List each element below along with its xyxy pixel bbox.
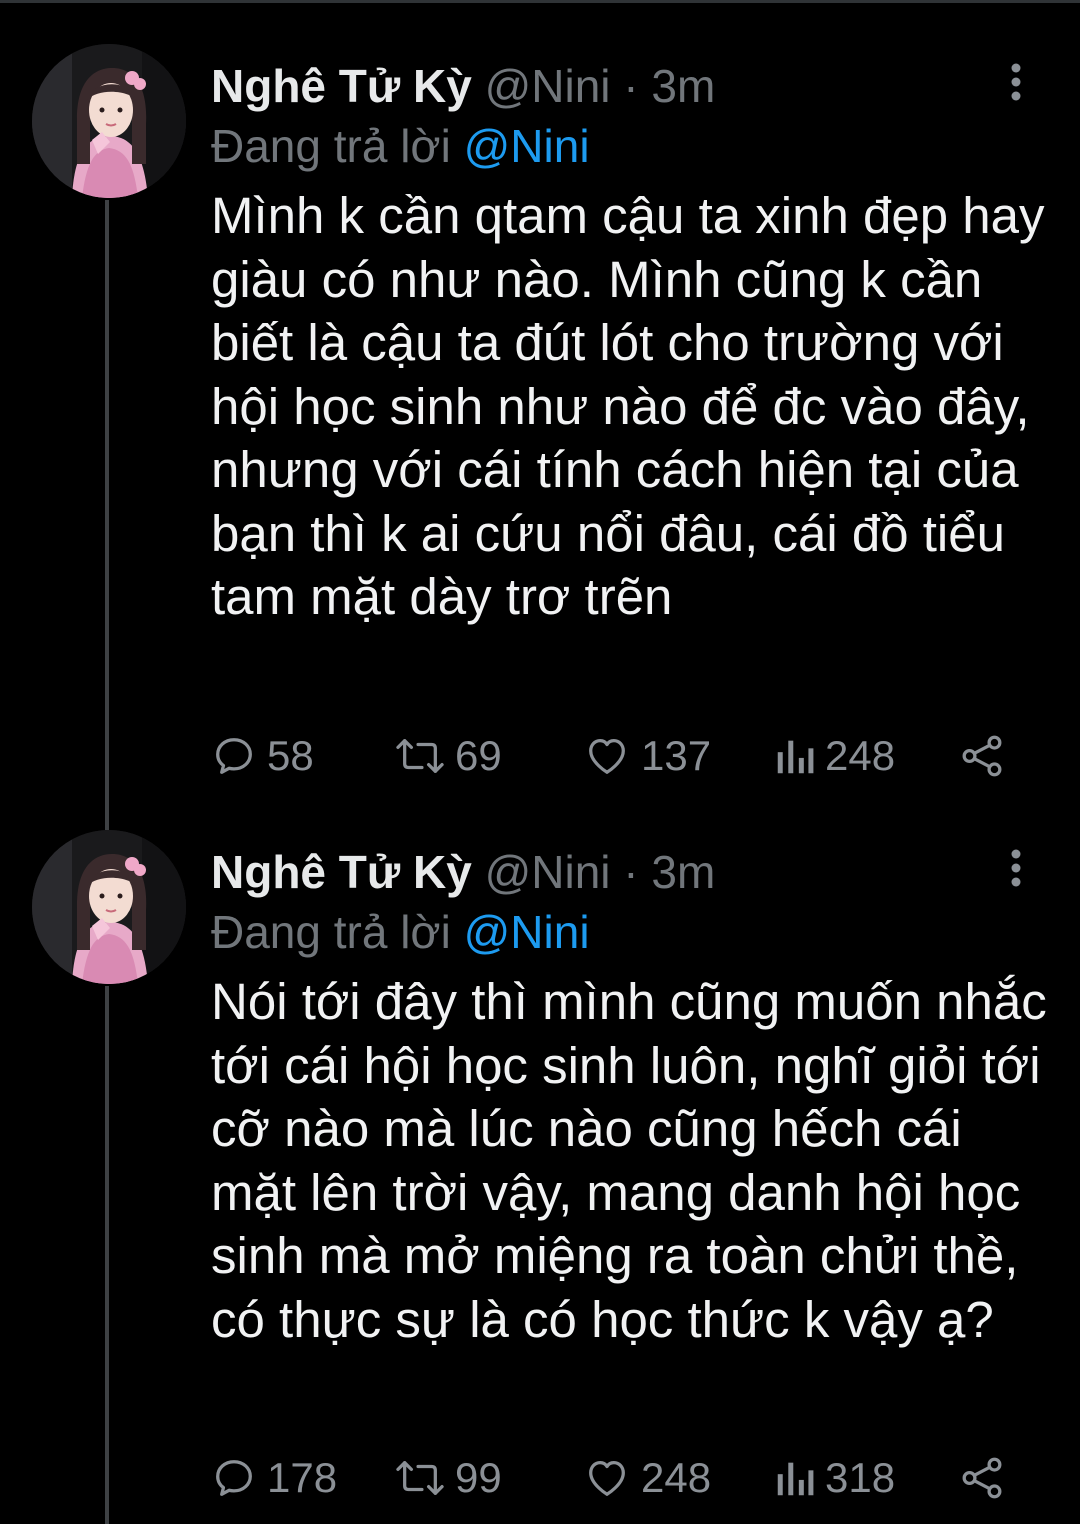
views-icon (777, 740, 814, 774)
more-options-button[interactable] (996, 52, 1036, 112)
tweet-header: Nghê Tử Kỳ @Nini · 3m (211, 842, 715, 902)
views-icon (777, 1462, 814, 1496)
more-vertical-icon (1011, 849, 1021, 887)
tweet[interactable]: Nghê Tử Kỳ @Nini · 3m Đang trả lời @Nini… (0, 44, 1080, 804)
retweet-icon (396, 739, 444, 773)
tweet-header: Nghê Tử Kỳ @Nini · 3m (211, 56, 715, 116)
author-handle[interactable]: @Nini (485, 60, 611, 112)
top-divider (0, 0, 1080, 3)
reply-count: 178 (267, 1454, 338, 1501)
more-vertical-icon (1011, 63, 1021, 101)
retweet-button[interactable]: 99 (395, 1446, 502, 1510)
like-count: 137 (641, 732, 712, 779)
reply-button[interactable]: 58 (211, 724, 314, 788)
replying-to-label: Đang trả lời (211, 906, 451, 958)
share-button[interactable] (959, 724, 1005, 788)
heart-icon (589, 739, 625, 774)
like-button[interactable]: 248 (583, 1446, 711, 1510)
tweet-actions: 178 99 248 318 (211, 1446, 1041, 1510)
reply-icon (216, 738, 252, 774)
avatar[interactable] (32, 830, 186, 984)
views-count: 318 (825, 1454, 896, 1501)
more-options-button[interactable] (996, 838, 1036, 898)
replying-to: Đang trả lời @Nini (211, 116, 590, 176)
avatar[interactable] (32, 44, 186, 198)
tweet-actions: 58 69 137 248 (211, 724, 1041, 788)
replying-to-label: Đang trả lời (211, 120, 451, 172)
replying-to-handle[interactable]: @Nini (464, 906, 590, 958)
like-button[interactable]: 137 (583, 724, 711, 788)
share-icon (962, 1457, 1002, 1499)
separator-dot: · (623, 60, 639, 112)
author-name[interactable]: Nghê Tử Kỳ (211, 846, 472, 898)
retweet-count: 99 (455, 1454, 502, 1501)
views-button[interactable]: 248 (775, 724, 895, 788)
author-handle[interactable]: @Nini (485, 846, 611, 898)
reply-count: 58 (267, 732, 314, 779)
tweet-time[interactable]: 3m (651, 60, 715, 112)
replying-to-handle[interactable]: @Nini (464, 120, 590, 172)
tweet[interactable]: Nghê Tử Kỳ @Nini · 3m Đang trả lời @Nini… (0, 830, 1080, 1524)
views-count: 248 (825, 732, 896, 779)
tweet-text: Nói tới đây thì mình cũng muốn nhắc tới … (211, 973, 1047, 1348)
reply-button[interactable]: 178 (211, 1446, 337, 1510)
views-button[interactable]: 318 (775, 1446, 895, 1510)
tweet-text: Mình k cần qtam cậu ta xinh đẹp hay giàu… (211, 187, 1045, 625)
retweet-button[interactable]: 69 (395, 724, 502, 788)
tweet-time[interactable]: 3m (651, 846, 715, 898)
replying-to: Đang trả lời @Nini (211, 902, 590, 962)
share-icon (962, 735, 1002, 777)
heart-icon (589, 1461, 625, 1496)
retweet-count: 69 (455, 732, 502, 779)
share-button[interactable] (959, 1446, 1005, 1510)
separator-dot: · (623, 846, 639, 898)
retweet-icon (396, 1461, 444, 1495)
reply-icon (216, 1460, 252, 1496)
like-count: 248 (641, 1454, 712, 1501)
author-name[interactable]: Nghê Tử Kỳ (211, 60, 472, 112)
